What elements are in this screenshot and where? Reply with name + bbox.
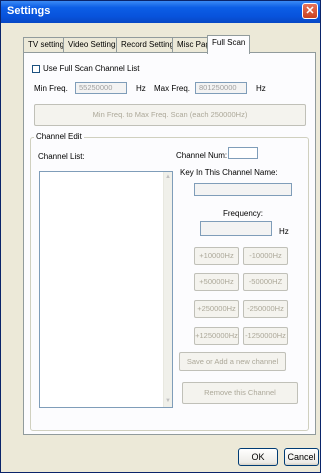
scroll-up-icon[interactable]: ▲ xyxy=(164,173,172,182)
minus-1250000hz-button[interactable]: -1250000Hz xyxy=(243,327,288,345)
minus-10000hz-button[interactable]: -10000Hz xyxy=(243,247,288,265)
max-freq-hz-label: Hz xyxy=(256,84,266,93)
use-full-scan-label: Use Full Scan Channel List xyxy=(43,64,140,73)
remove-channel-button[interactable]: Remove this Channel xyxy=(182,382,298,404)
title-bar[interactable]: Settings ✕ xyxy=(1,1,320,23)
channel-num-label: Channel Num: xyxy=(176,151,228,160)
settings-dialog: Settings ✕ TV settings Video Settings Re… xyxy=(0,0,321,473)
min-freq-field[interactable]: 55250000 xyxy=(75,82,127,94)
min-freq-hz-label: Hz xyxy=(136,84,146,93)
plus-250000hz-button[interactable]: +250000Hz xyxy=(194,300,239,318)
minus-250000hz-button[interactable]: -250000Hz xyxy=(243,300,288,318)
close-icon[interactable]: ✕ xyxy=(302,3,318,19)
channel-list-label: Channel List: xyxy=(38,152,85,161)
use-full-scan-checkbox[interactable] xyxy=(32,65,40,73)
min-freq-label: Min Freq. xyxy=(34,84,68,93)
max-freq-label: Max Freq. xyxy=(154,84,191,93)
frequency-hz-label: Hz xyxy=(279,227,289,236)
channel-name-field[interactable] xyxy=(194,183,292,196)
plus-1250000hz-button[interactable]: +1250000Hz xyxy=(194,327,239,345)
channel-name-label: Key In This Channel Name: xyxy=(180,168,278,177)
tab-full-scan[interactable]: Full Scan xyxy=(207,35,251,54)
scroll-down-icon[interactable]: ▼ xyxy=(164,397,172,406)
max-freq-field[interactable]: 801250000 xyxy=(195,82,247,94)
cancel-button[interactable]: Cancel xyxy=(284,448,319,466)
frequency-field[interactable] xyxy=(200,221,272,236)
frequency-label: Frequency: xyxy=(223,209,264,218)
scan-button[interactable]: Min Freq. to Max Freq. Scan (each 250000… xyxy=(34,104,306,126)
plus-50000hz-button[interactable]: +50000Hz xyxy=(194,273,239,291)
channel-list-scrollbar[interactable]: ▲ ▼ xyxy=(163,172,172,407)
channel-num-field[interactable] xyxy=(228,147,258,159)
channel-list[interactable]: ▲ ▼ xyxy=(39,171,173,408)
plus-10000hz-button[interactable]: +10000Hz xyxy=(194,247,239,265)
save-channel-button[interactable]: Save or Add a new channel xyxy=(179,352,286,371)
minus-50000hz-button[interactable]: -50000HZ xyxy=(243,273,288,291)
ok-button[interactable]: OK xyxy=(238,448,278,466)
window-title: Settings xyxy=(7,5,51,17)
channel-edit-title: Channel Edit xyxy=(34,132,84,141)
